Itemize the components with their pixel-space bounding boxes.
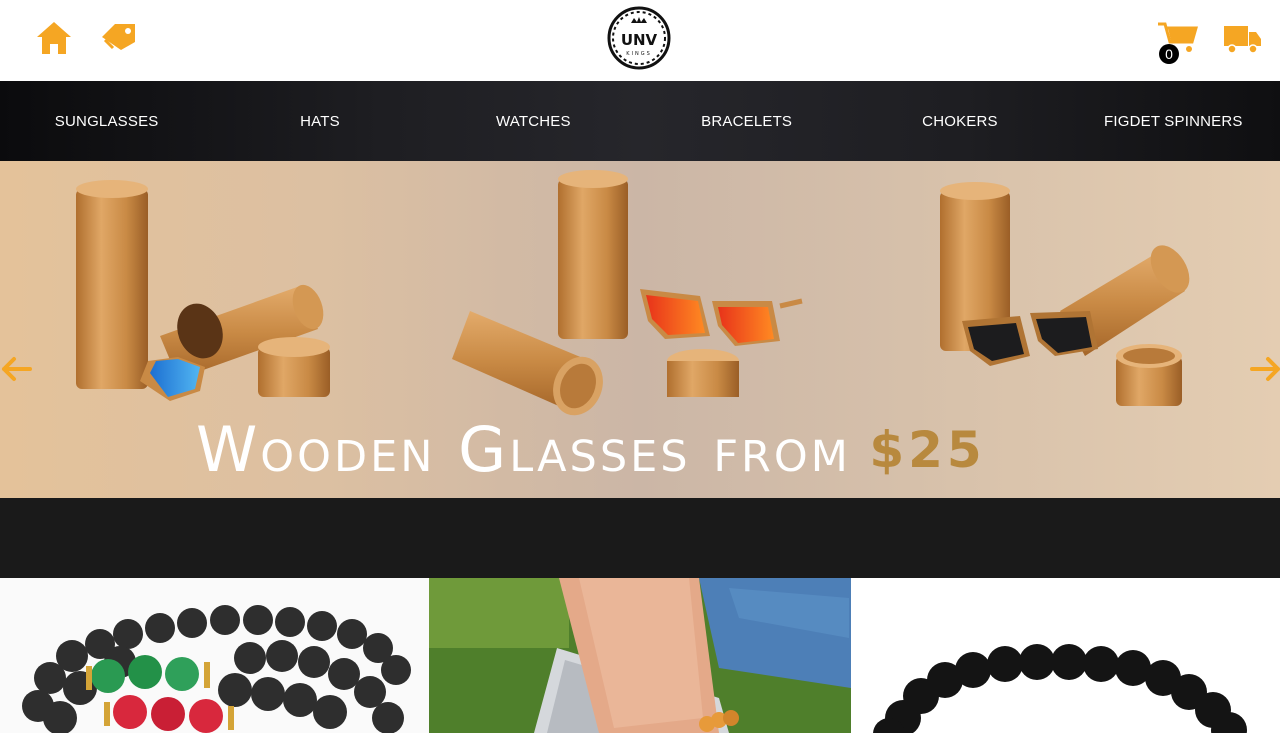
product-image xyxy=(873,644,1247,733)
banner-headline: Wooden Glasses from $25 xyxy=(196,413,986,486)
arrow-right-icon[interactable] xyxy=(1248,354,1280,384)
nav-item-watches[interactable]: WATCHES xyxy=(427,81,640,161)
nav-item-fidget-spinners[interactable]: FIGDET SPINNERS xyxy=(1067,81,1280,161)
product-grid xyxy=(0,578,1280,733)
site-header: UNV KINGS 0 xyxy=(0,0,1280,81)
nav-item-bracelets[interactable]: BRACELETS xyxy=(640,81,853,161)
svg-text:UNV: UNV xyxy=(621,31,658,49)
site-logo[interactable]: UNV KINGS xyxy=(607,6,671,70)
category-nav: SUNGLASSES HATS WATCHES BRACELETS CHOKER… xyxy=(0,81,1280,161)
product-tile[interactable] xyxy=(429,578,851,733)
product-image xyxy=(429,578,851,733)
section-divider xyxy=(0,498,1280,578)
product-image xyxy=(22,605,411,733)
banner-headline-text: Wooden Glasses from xyxy=(196,413,851,486)
cart-button[interactable]: 0 xyxy=(1154,18,1200,64)
cart-count-badge: 0 xyxy=(1159,44,1179,64)
nav-item-hats[interactable]: HATS xyxy=(213,81,426,161)
tag-icon[interactable] xyxy=(99,20,139,54)
svg-text:KINGS: KINGS xyxy=(626,51,652,57)
nav-item-chokers[interactable]: CHOKERS xyxy=(853,81,1066,161)
product-tile[interactable] xyxy=(0,578,429,733)
product-tile[interactable] xyxy=(851,578,1280,733)
arrow-left-icon[interactable] xyxy=(0,354,34,384)
nav-item-sunglasses[interactable]: SUNGLASSES xyxy=(0,81,213,161)
banner-price: $25 xyxy=(869,420,986,479)
hero-banner[interactable]: Wooden Glasses from $25 xyxy=(0,161,1280,498)
home-icon[interactable] xyxy=(34,19,74,57)
truck-icon[interactable] xyxy=(1222,22,1262,56)
